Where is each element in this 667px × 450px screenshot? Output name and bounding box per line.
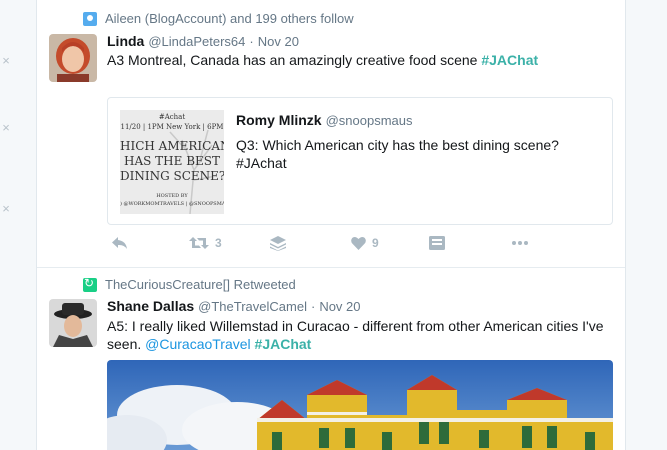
retweet-icon	[189, 237, 209, 249]
avatar[interactable]	[49, 34, 97, 82]
avatar[interactable]	[49, 299, 97, 347]
timestamp[interactable]: Nov 20	[258, 34, 299, 49]
moments-button[interactable]	[270, 236, 286, 251]
more-button[interactable]	[511, 236, 529, 250]
tweet-header: Linda @LindaPeters64 · Nov 20	[107, 33, 299, 49]
more-icon	[512, 241, 528, 245]
stack-icon	[270, 236, 286, 251]
media-text: 11/20 | 1PM New York | 6PM	[120, 123, 224, 131]
tweet-text: A5: I really liked Willemstad in Curacao…	[107, 317, 617, 353]
like-count: 9	[372, 236, 379, 250]
mention-link[interactable]: @CuracaoTravel	[145, 336, 251, 352]
media-text: DINING SCENE?	[120, 169, 224, 183]
timestamp[interactable]: Nov 20	[319, 299, 360, 314]
quoted-handle[interactable]: @snoopsmaus	[326, 113, 413, 128]
tweet[interactable]: Aileen (BlogAccount) and 199 others foll…	[37, 0, 625, 268]
quoted-text: Q3: Which American city has the best din…	[236, 137, 559, 171]
quoted-header: Romy Mlinzk @snoopsmaus	[236, 112, 412, 128]
retweet-count: 3	[215, 236, 222, 250]
timeline: Aileen (BlogAccount) and 199 others foll…	[36, 0, 626, 450]
separator: ·	[310, 299, 316, 314]
tweet-actions: 3 9	[107, 236, 587, 256]
media-text: ) @WORKMOMTRAVELS | @SNOOPSMAU	[120, 201, 224, 207]
retweet-icon	[83, 276, 97, 292]
dismiss-icon[interactable]: ×	[0, 54, 12, 67]
dm-button[interactable]	[429, 236, 445, 250]
context-text[interactable]: Aileen (BlogAccount) and 199 others foll…	[105, 11, 354, 26]
tweet-photo[interactable]	[107, 360, 613, 450]
tweet-body: A3 Montreal, Canada has an amazingly cre…	[107, 52, 482, 68]
like-button[interactable]: 9	[351, 236, 379, 250]
message-icon	[429, 236, 445, 250]
retweet-button[interactable]: 3	[189, 236, 222, 250]
tweet-context: Aileen (BlogAccount) and 199 others foll…	[83, 11, 354, 26]
tweet-header: Shane Dallas @TheTravelCamel · Nov 20	[107, 298, 361, 314]
reply-button[interactable]	[111, 236, 128, 250]
separator: ·	[249, 34, 254, 49]
reply-icon	[112, 237, 127, 249]
hashtag-link[interactable]: #JAChat	[255, 336, 312, 352]
media-text: HOSTED BY	[156, 193, 188, 199]
media-text: HICH AMERICAN	[120, 139, 224, 153]
quoted-tweet[interactable]: #Achat 11/20 | 1PM New York | 6PM HICH A…	[107, 97, 613, 225]
context-text[interactable]: TheCuriousCreature[] Retweeted	[105, 277, 296, 292]
fullname[interactable]: Linda	[107, 33, 144, 49]
media-text: #Achat	[158, 113, 186, 121]
dismiss-icon[interactable]: ×	[0, 121, 12, 134]
fullname[interactable]: Shane Dallas	[107, 298, 194, 314]
handle[interactable]: @TheTravelCamel	[198, 299, 307, 314]
quoted-media[interactable]: #Achat 11/20 | 1PM New York | 6PM HICH A…	[120, 110, 224, 214]
follow-icon	[83, 11, 97, 26]
tweet-text: A3 Montreal, Canada has an amazingly cre…	[107, 51, 617, 69]
tweet-context: TheCuriousCreature[] Retweeted	[83, 276, 296, 292]
building-photo	[107, 360, 613, 450]
heart-icon	[351, 236, 366, 250]
media-text: HAS THE BEST	[123, 154, 220, 168]
handle[interactable]: @LindaPeters64	[148, 34, 245, 49]
tweet[interactable]: TheCuriousCreature[] Retweeted Shane Dal…	[37, 268, 625, 450]
dismiss-icon[interactable]: ×	[0, 202, 12, 215]
quoted-fullname[interactable]: Romy Mlinzk	[236, 112, 322, 128]
hashtag-link[interactable]: #JAChat	[481, 52, 538, 68]
